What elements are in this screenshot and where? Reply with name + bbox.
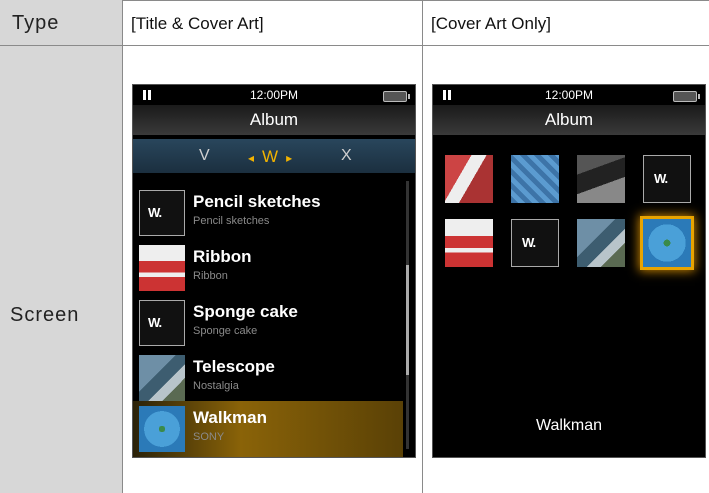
item-subtitle: Sponge cake (193, 325, 258, 337)
header-type-cell: Type (0, 0, 123, 46)
list-item[interactable]: W. Sponge cake Sponge cake (133, 295, 403, 351)
item-title: Telescope (193, 357, 275, 376)
walkman-logo-icon: W. (139, 300, 185, 346)
cover-tile[interactable] (445, 155, 493, 203)
item-title: Walkman (193, 408, 268, 427)
item-subtitle: Pencil sketches (193, 215, 270, 227)
column-cover-art-only: [Cover Art Only] (431, 14, 551, 33)
cover-tile[interactable] (577, 155, 625, 203)
flower-cover-art (139, 406, 185, 452)
item-title: Ribbon (193, 247, 252, 266)
battery-icon (383, 91, 410, 102)
walkman-logo-icon[interactable]: W. (511, 219, 559, 267)
letter-next[interactable]: X (341, 147, 352, 165)
screen-title: Album (133, 105, 415, 135)
item-title: Pencil sketches (193, 192, 321, 211)
letter-current[interactable]: W (248, 147, 292, 167)
bird-cover-art (139, 355, 185, 401)
cover-only-screen: 12:00PM Album W. W. Walkman (432, 84, 706, 458)
status-bar: 12:00PM (433, 85, 705, 107)
cover-tile[interactable] (577, 219, 625, 267)
cover-tile[interactable] (445, 219, 493, 267)
screen-title: Album (433, 105, 705, 135)
screen-label: Screen (10, 304, 80, 326)
list-item[interactable]: Ribbon Ribbon (133, 240, 403, 296)
column-title-cover-art: [Title & Cover Art] (131, 14, 264, 33)
selected-album-title: Walkman (535, 417, 603, 434)
header-title-cover-cell: [Title & Cover Art] (123, 0, 423, 46)
item-subtitle: SONY (193, 431, 225, 443)
item-title: Sponge cake (193, 302, 298, 321)
battery-icon (673, 91, 700, 102)
walkman-logo-icon[interactable]: W. (643, 155, 691, 203)
cover-tile[interactable] (511, 155, 559, 203)
list-item[interactable]: Telescope Nostalgia (133, 350, 403, 406)
list-item[interactable]: W. Pencil sketches Pencil sketches (133, 185, 403, 241)
clock: 12:00PM (544, 88, 594, 102)
item-subtitle: Ribbon (193, 270, 228, 282)
letter-index-bar[interactable]: V W X (133, 139, 415, 173)
scrollbar-thumb[interactable] (406, 265, 409, 375)
cover-tile-selected[interactable] (643, 219, 691, 267)
item-subtitle: Nostalgia (193, 380, 239, 392)
header-cover-only-cell: [Cover Art Only] (423, 0, 709, 46)
status-bar: 12:00PM (133, 85, 415, 107)
walkman-logo-icon: W. (139, 190, 185, 236)
letter-prev[interactable]: V (199, 147, 210, 165)
title-cover-screen: 12:00PM Album V W X W. Pencil sketches P… (132, 84, 416, 458)
list-item-selected[interactable]: Walkman SONY (133, 401, 403, 457)
ribbon-cover-art (139, 245, 185, 291)
type-label: Type (12, 12, 60, 34)
clock: 12:00PM (249, 88, 299, 102)
row-label-cell: Screen (0, 46, 123, 493)
